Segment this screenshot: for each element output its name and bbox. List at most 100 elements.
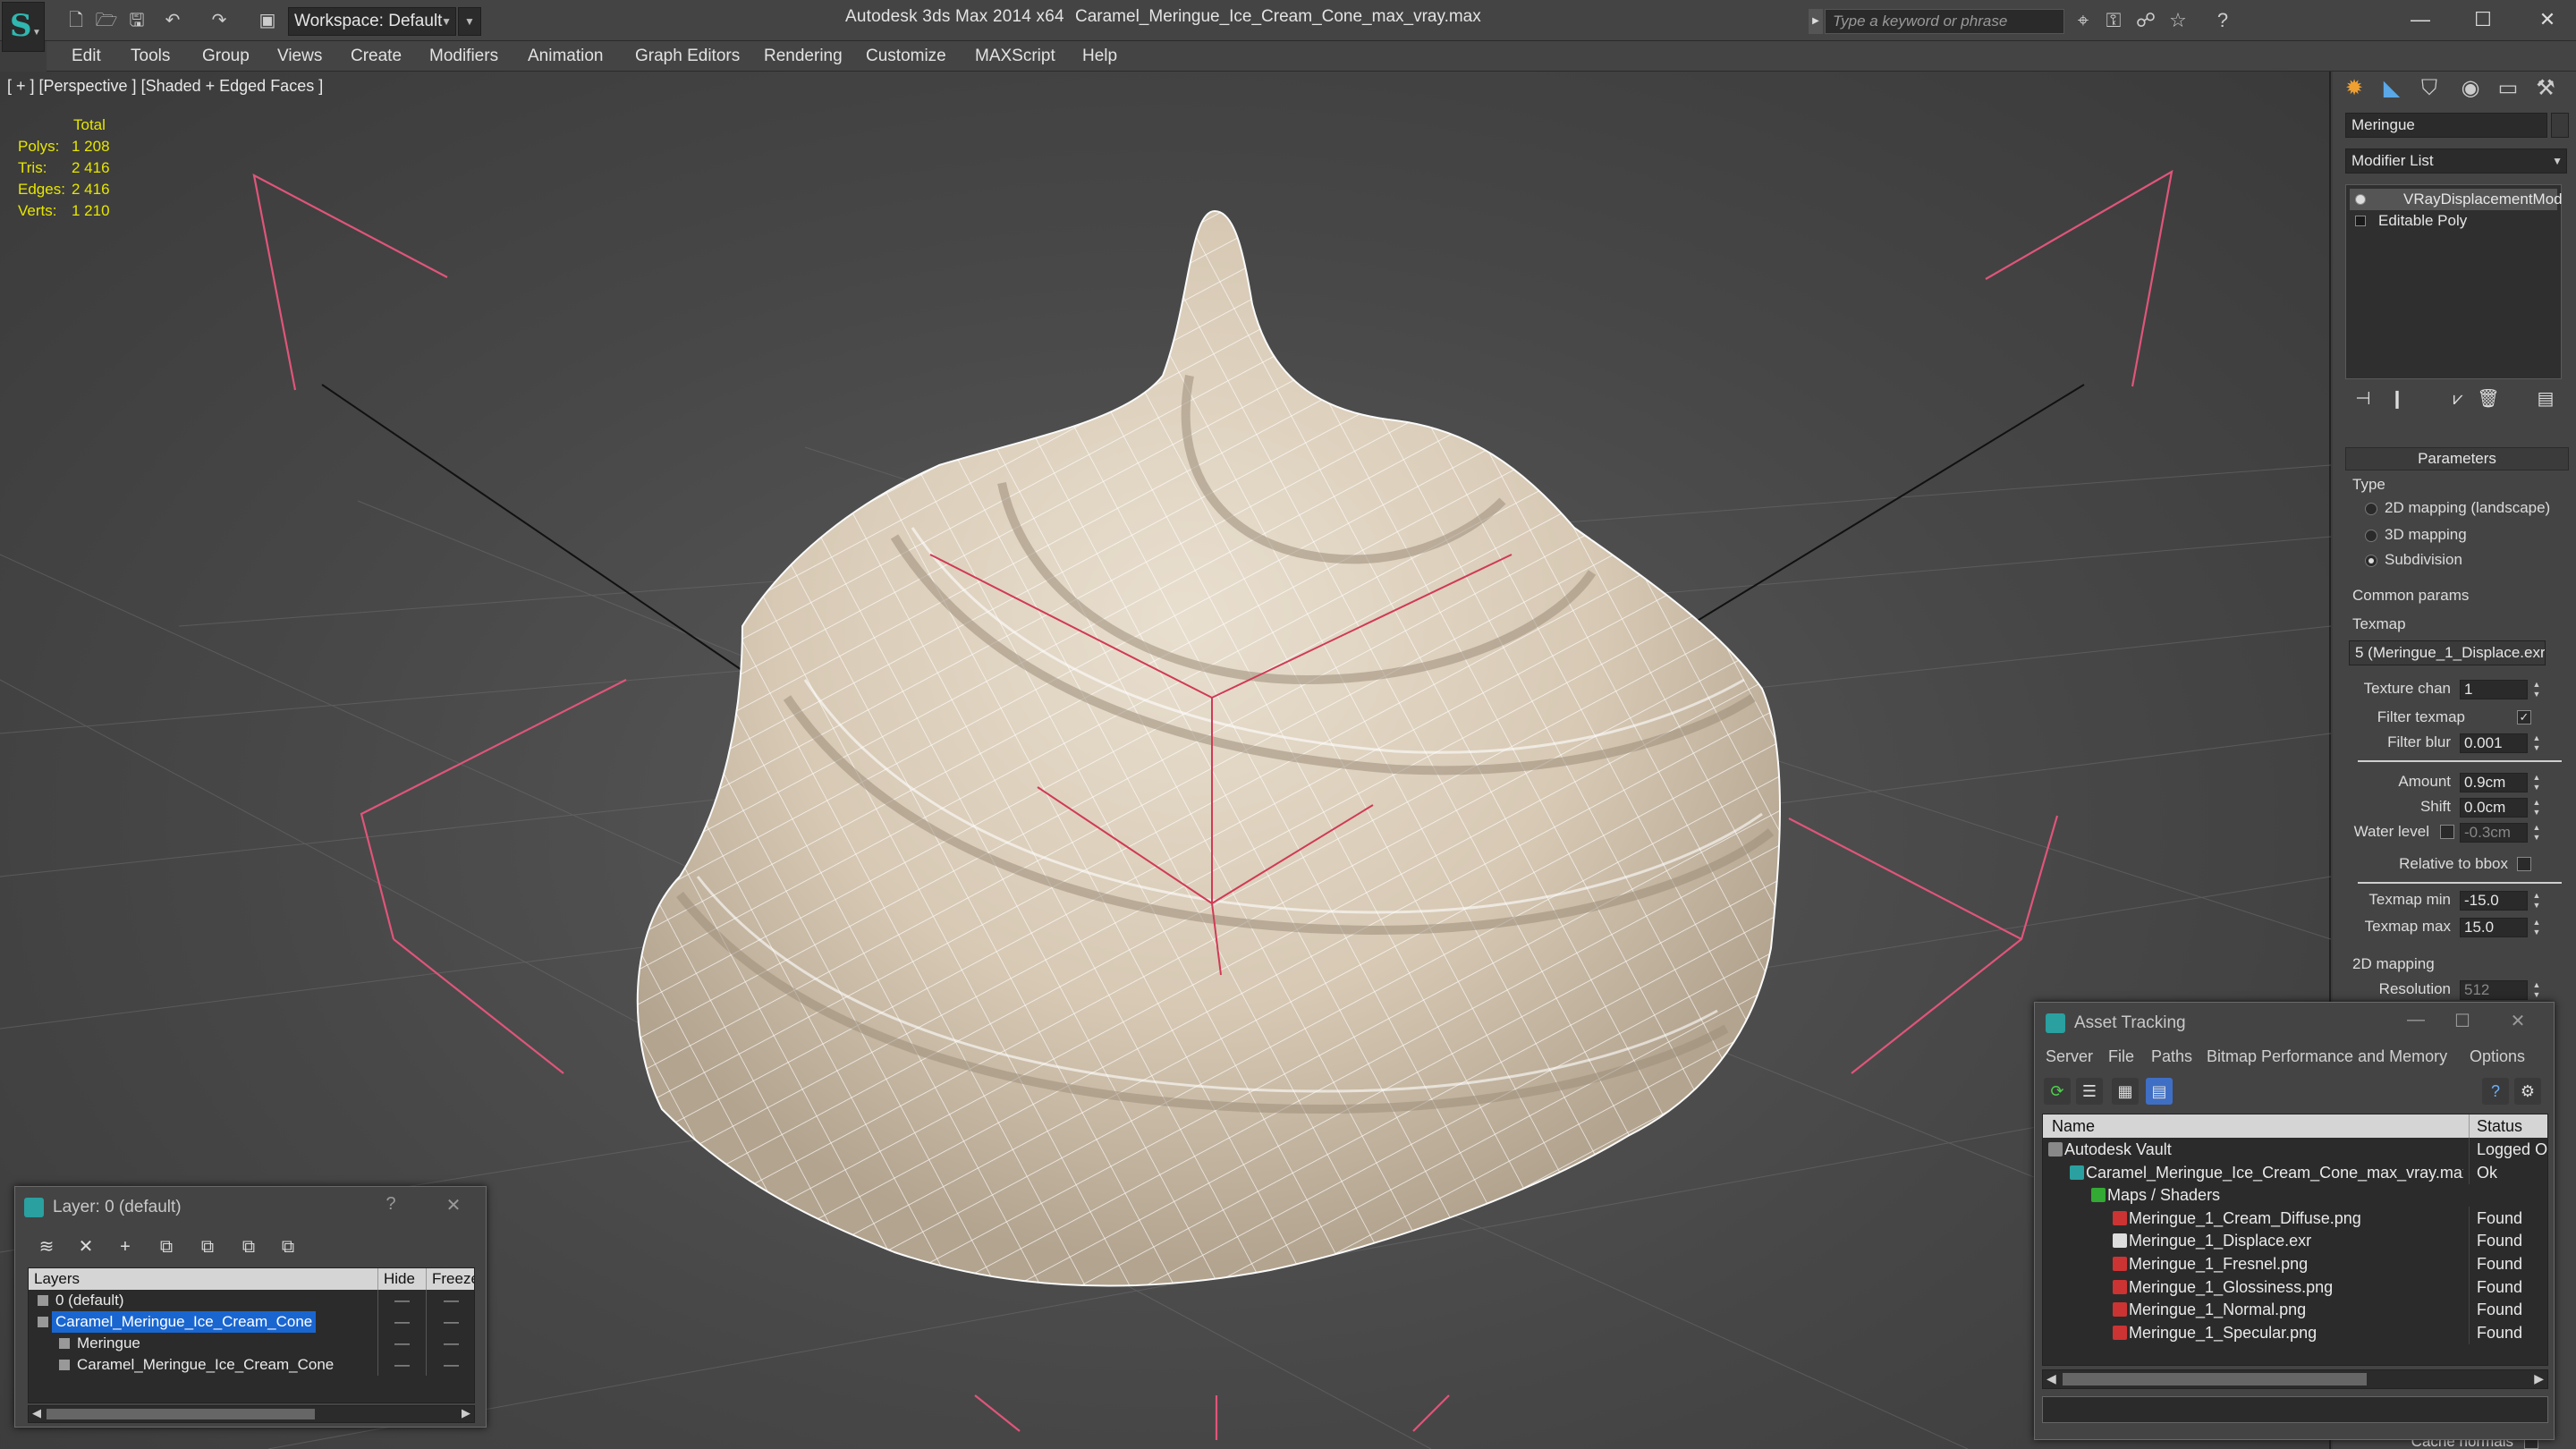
remove-modifier-icon[interactable]: 🗑 bbox=[2474, 385, 2503, 413]
menu-help[interactable]: Help bbox=[1082, 47, 1117, 66]
close-window-button[interactable]: ✕ bbox=[2522, 4, 2572, 36]
expand-plus-icon[interactable] bbox=[2355, 216, 2366, 226]
filter-texmap-checkbox[interactable]: ✓ bbox=[2517, 710, 2531, 724]
minimize-window-button[interactable]: — bbox=[2395, 4, 2445, 36]
texmap-min-spinner[interactable]: -15.0 bbox=[2460, 891, 2528, 911]
asset-horizontal-scrollbar[interactable]: ◀ ▶ bbox=[2042, 1369, 2548, 1389]
at-menu-paths[interactable]: Paths bbox=[2151, 1047, 2192, 1066]
chevron-left-icon[interactable]: ◀ bbox=[2046, 1371, 2056, 1386]
spinner-arrows-icon[interactable]: ▲ ▼ bbox=[2531, 823, 2542, 843]
search-expand-button[interactable]: ▶ bbox=[1809, 9, 1823, 34]
save-file-icon[interactable]: 🖫 bbox=[123, 7, 150, 34]
object-color-swatch[interactable] bbox=[2551, 113, 2569, 138]
table-row[interactable]: Meringue_1_Displace.exr Found bbox=[2043, 1229, 2547, 1253]
texmap-button[interactable]: 5 (Meringue_1_Displace.exr) bbox=[2349, 640, 2546, 665]
hide-toggle[interactable]: — bbox=[377, 1333, 426, 1354]
layer-row[interactable]: Meringue — — bbox=[29, 1333, 474, 1354]
redo-icon[interactable]: ↷ bbox=[206, 7, 233, 34]
hide-toggle[interactable]: — bbox=[377, 1311, 426, 1333]
settings-icon[interactable]: ⚙ bbox=[2514, 1078, 2541, 1105]
hide-toggle[interactable]: — bbox=[377, 1290, 426, 1311]
viewport-label[interactable]: [ + ] [Perspective ] [Shaded + Edged Fac… bbox=[7, 77, 323, 96]
shift-spinner[interactable]: 0.0cm bbox=[2460, 798, 2528, 818]
radio-subdivision[interactable] bbox=[2365, 555, 2377, 567]
table-view-icon[interactable]: ▤ bbox=[2146, 1078, 2173, 1105]
spinner-arrows-icon[interactable]: ▲ ▼ bbox=[2531, 680, 2542, 699]
list-view-icon[interactable]: ☰ bbox=[2076, 1078, 2103, 1105]
make-unique-icon[interactable]: ⩗ bbox=[2444, 385, 2472, 413]
at-menu-bitmap-performance[interactable]: Bitmap Performance and Memory bbox=[2207, 1047, 2447, 1066]
freeze-all-layers-icon[interactable]: ⧉ bbox=[275, 1233, 301, 1260]
open-file-icon[interactable]: 🗁 bbox=[93, 7, 120, 34]
table-row[interactable]: Meringue_1_Glossiness.png Found bbox=[2043, 1275, 2547, 1299]
stack-item-editable-poly[interactable]: Editable Poly bbox=[2350, 210, 2557, 232]
hide-all-layers-icon[interactable]: ⧉ bbox=[235, 1233, 262, 1260]
meringue-mesh[interactable] bbox=[636, 209, 1781, 1287]
table-row[interactable]: Meringue_1_Cream_Diffuse.png Found bbox=[2043, 1206, 2547, 1230]
project-folder-icon[interactable]: ▣ bbox=[254, 7, 281, 34]
col-status[interactable]: Status bbox=[2469, 1114, 2522, 1138]
help-icon[interactable]: ? bbox=[2209, 7, 2236, 34]
table-row[interactable]: Meringue_1_Normal.png Found bbox=[2043, 1298, 2547, 1322]
hide-toggle[interactable]: — bbox=[377, 1354, 426, 1376]
communication-icon[interactable]: ☍ bbox=[2132, 7, 2159, 34]
search-input[interactable]: Type a keyword or phrase bbox=[1825, 9, 2064, 34]
spinner-arrows-icon[interactable]: ▲ ▼ bbox=[2531, 773, 2542, 792]
relative-bbox-checkbox[interactable] bbox=[2517, 857, 2531, 871]
binoculars-icon[interactable]: ⌖ bbox=[2070, 7, 2097, 34]
workspace-menu-button[interactable]: ▼ bbox=[458, 7, 481, 36]
key-icon[interactable]: ⚿ bbox=[2100, 7, 2127, 34]
menu-group[interactable]: Group bbox=[202, 47, 250, 66]
refresh-icon[interactable]: ⟳ bbox=[2044, 1078, 2071, 1105]
freeze-toggle[interactable]: — bbox=[426, 1290, 474, 1311]
resolution-spinner[interactable]: 512 bbox=[2460, 980, 2528, 1000]
freeze-toggle[interactable]: — bbox=[426, 1333, 474, 1354]
freeze-toggle[interactable]: — bbox=[426, 1354, 474, 1376]
radio-3d-mapping[interactable] bbox=[2365, 530, 2377, 542]
table-row[interactable]: Caramel_Meringue_Ice_Cream_Cone_max_vray… bbox=[2043, 1160, 2547, 1184]
table-row[interactable]: Meringue_1_Fresnel.png Found bbox=[2043, 1252, 2547, 1275]
modifier-list-dropdown[interactable]: Modifier List ▼ bbox=[2345, 148, 2567, 174]
menu-tools[interactable]: Tools bbox=[131, 47, 170, 66]
layer-horizontal-scrollbar[interactable]: ◀ ▶ bbox=[28, 1405, 475, 1423]
radio-2d-mapping-landscape[interactable] bbox=[2365, 503, 2377, 515]
water-level-spinner[interactable]: -0.3cm bbox=[2460, 823, 2528, 843]
chevron-left-icon[interactable]: ◀ bbox=[32, 1406, 41, 1420]
parameters-rollout[interactable]: Parameters bbox=[2345, 447, 2569, 470]
at-menu-file[interactable]: File bbox=[2108, 1047, 2134, 1066]
layer-row[interactable]: Caramel_Meringue_Ice_Cream_Cone — — bbox=[29, 1311, 474, 1333]
delete-layer-icon[interactable]: ✕ bbox=[72, 1233, 99, 1260]
layer-row[interactable]: 0 (default) — — bbox=[29, 1290, 474, 1311]
col-hide[interactable]: Hide bbox=[377, 1268, 415, 1290]
create-layer-icon[interactable]: ≋ bbox=[33, 1233, 60, 1260]
stack-item-vraydisplacementmod[interactable]: VRayDisplacementMod bbox=[2350, 189, 2563, 210]
modify-tab-icon[interactable]: ◣ bbox=[2376, 73, 2408, 104]
scroll-thumb[interactable] bbox=[47, 1409, 315, 1419]
app-menu-button[interactable]: S ▼ bbox=[2, 2, 45, 52]
at-menu-options[interactable]: Options bbox=[2470, 1047, 2525, 1066]
maximize-window-button[interactable]: ☐ bbox=[2458, 4, 2508, 36]
at-menu-server[interactable]: Server bbox=[2046, 1047, 2093, 1066]
scroll-thumb[interactable] bbox=[2063, 1373, 2367, 1385]
water-level-checkbox[interactable] bbox=[2440, 825, 2454, 839]
col-freeze[interactable]: Freeze bbox=[426, 1268, 474, 1290]
minimize-icon[interactable]: — bbox=[2398, 1010, 2434, 1035]
close-icon[interactable]: ✕ bbox=[437, 1194, 470, 1219]
close-icon[interactable]: ✕ bbox=[2500, 1010, 2536, 1035]
thumbnail-view-icon[interactable]: ▦ bbox=[2112, 1078, 2139, 1105]
spinner-arrows-icon[interactable]: ▲ ▼ bbox=[2531, 980, 2542, 1000]
menu-views[interactable]: Views bbox=[277, 47, 322, 66]
col-name[interactable]: Name bbox=[2052, 1114, 2095, 1138]
spinner-arrows-icon[interactable]: ▲ ▼ bbox=[2531, 891, 2542, 911]
new-file-icon[interactable]: 🗋 bbox=[63, 7, 89, 34]
menu-maxscript[interactable]: MAXScript bbox=[975, 47, 1055, 66]
table-row[interactable]: Autodesk Vault Logged Out bbox=[2043, 1138, 2547, 1161]
texture-chan-spinner[interactable]: 1 bbox=[2460, 680, 2528, 699]
create-tab-icon[interactable]: ✹ bbox=[2338, 73, 2370, 104]
display-tab-icon[interactable]: ▭ bbox=[2492, 73, 2524, 104]
undo-icon[interactable]: ↶ bbox=[159, 7, 186, 34]
menu-customize[interactable]: Customize bbox=[866, 47, 946, 66]
menu-edit[interactable]: Edit bbox=[72, 47, 101, 66]
motion-tab-icon[interactable]: ◉ bbox=[2454, 73, 2487, 104]
spinner-arrows-icon[interactable]: ▲ ▼ bbox=[2531, 798, 2542, 818]
